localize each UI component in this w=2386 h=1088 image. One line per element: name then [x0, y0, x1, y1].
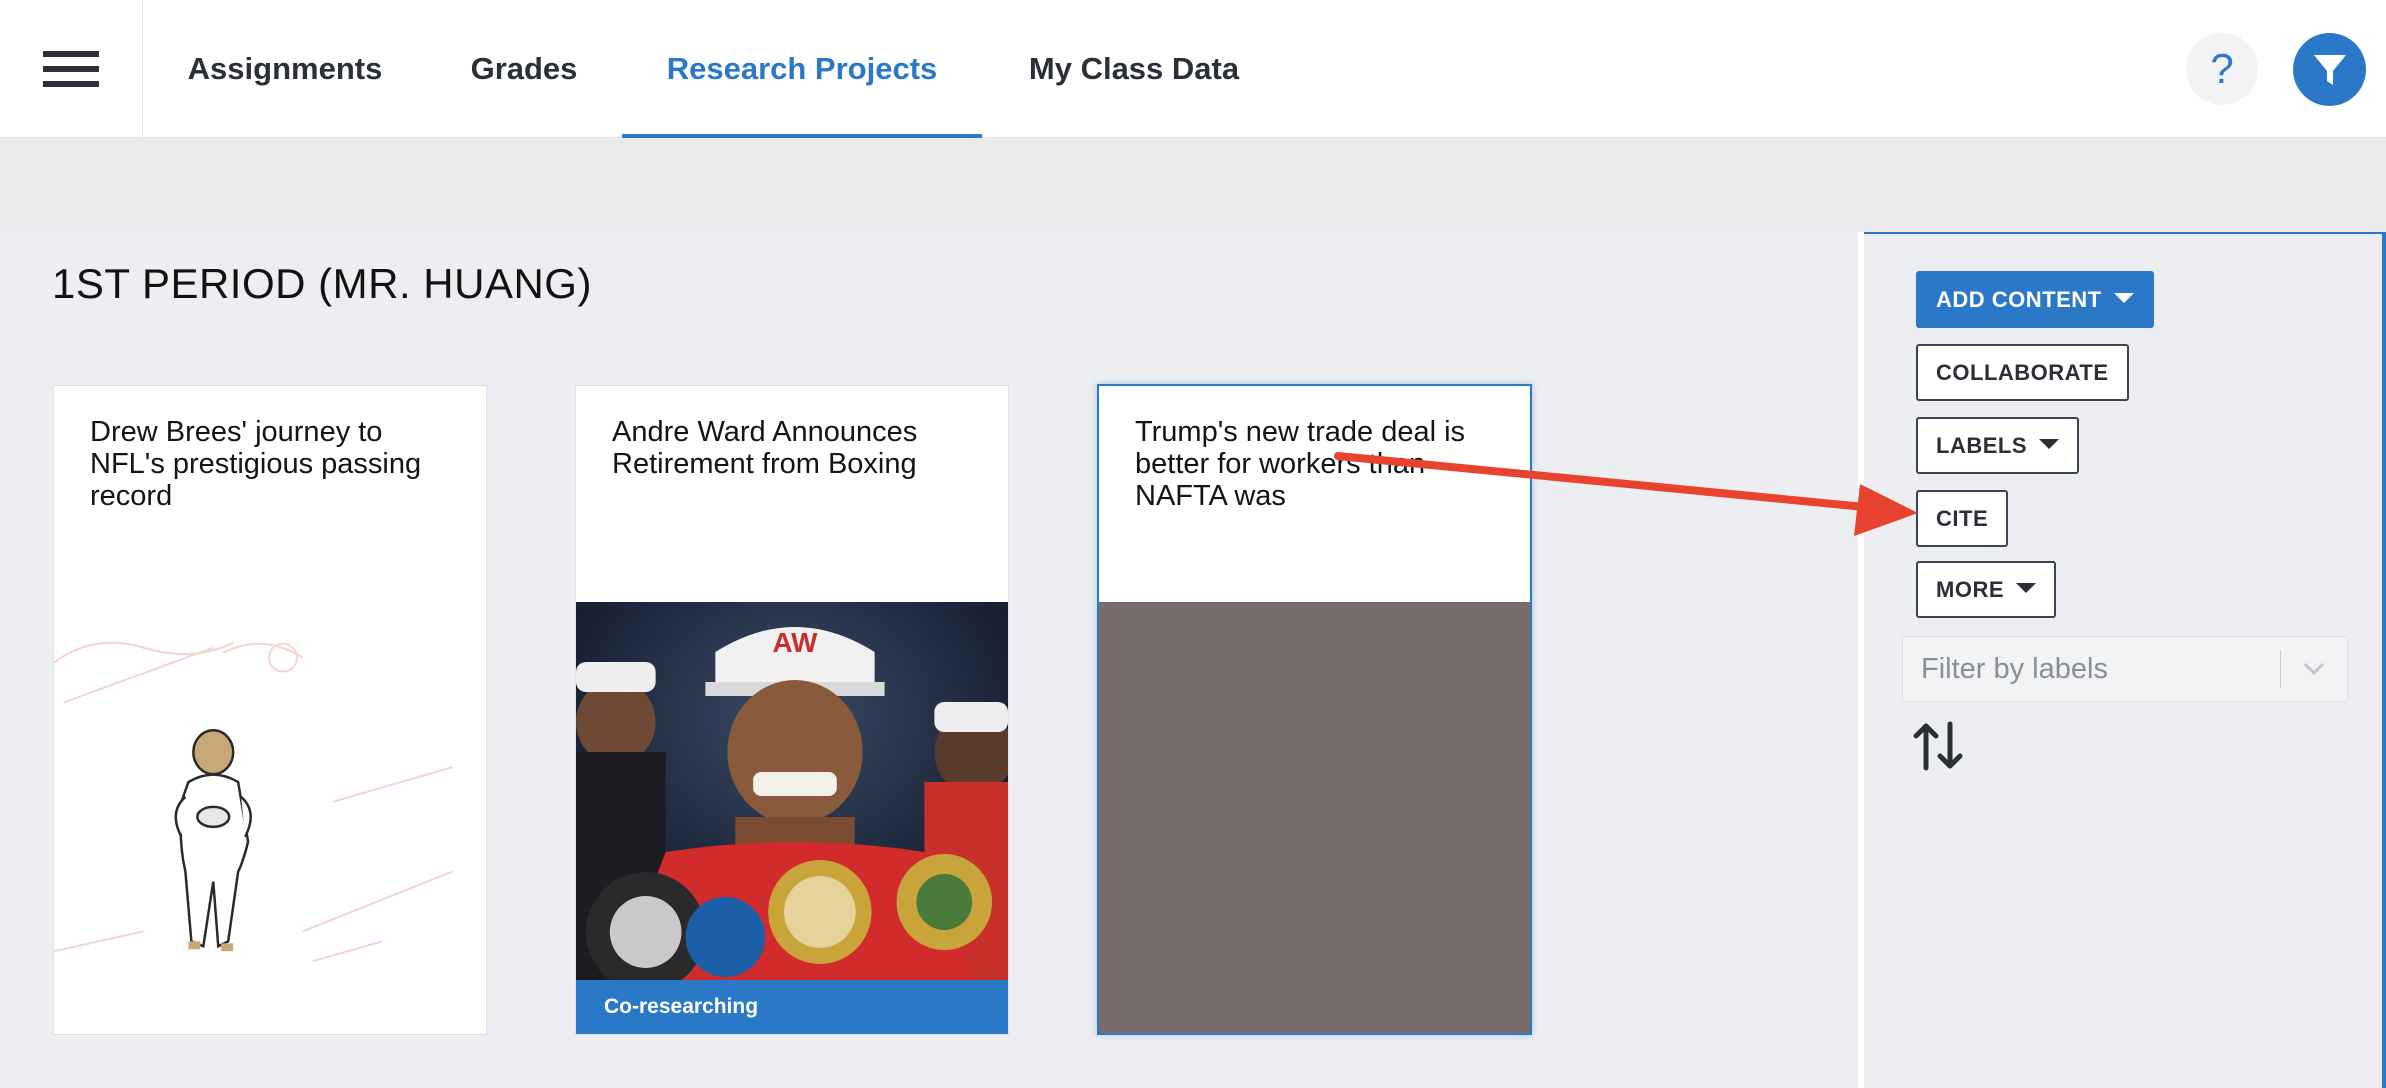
project-card-trade-deal[interactable]: Trump's new trade deal is better for wor…	[1097, 384, 1532, 1035]
funnel-icon	[2313, 54, 2346, 85]
top-navigation-bar: Assignments Grades Research Projects My …	[0, 0, 2386, 138]
card-image-placeholder	[1099, 602, 1530, 1033]
caret-down-icon	[2016, 582, 2036, 593]
page-title: 1ST PERIOD (MR. HUANG)	[52, 260, 592, 307]
tab-research-projects[interactable]: Research Projects	[622, 0, 982, 138]
caret-down-icon	[2113, 292, 2134, 303]
help-button[interactable]: ?	[2186, 33, 2258, 105]
add-content-button[interactable]: ADD CONTENT	[1916, 271, 2154, 328]
card-title: Trump's new trade deal is better for wor…	[1135, 416, 1466, 512]
hamburger-menu-button[interactable]	[0, 0, 143, 138]
tab-my-class-data[interactable]: My Class Data	[1010, 0, 1258, 138]
collaborate-label: COLLABORATE	[1936, 359, 2109, 385]
hamburger-icon	[43, 51, 99, 87]
chevron-down-icon	[2281, 662, 2347, 676]
cite-button[interactable]: CITE	[1916, 490, 2009, 547]
collaborate-button[interactable]: COLLABORATE	[1916, 344, 2129, 401]
more-button[interactable]: MORE	[1916, 561, 2056, 618]
project-card-drew-brees[interactable]: Drew Brees' journey to NFL's prestigious…	[53, 385, 487, 1035]
co-researching-badge: Co-researching	[576, 980, 1008, 1034]
cite-label: CITE	[1936, 505, 1989, 531]
more-label: MORE	[1936, 576, 2004, 602]
boxer-photo: AW	[576, 602, 1008, 982]
add-content-label: ADD CONTENT	[1936, 286, 2102, 312]
tab-assignments[interactable]: Assignments	[170, 0, 400, 138]
football-player-illustration	[54, 641, 453, 963]
tab-grades[interactable]: Grades	[440, 0, 608, 138]
svg-text:AW: AW	[773, 627, 819, 658]
filter-toggle-button[interactable]	[2293, 33, 2366, 106]
header-band	[0, 139, 2386, 232]
card-title: Drew Brees' journey to NFL's prestigious…	[90, 416, 422, 512]
sort-arrows-icon[interactable]	[1912, 720, 1964, 772]
project-card-andre-ward[interactable]: Andre Ward Announces Retirement from Box…	[575, 385, 1009, 1035]
question-mark-icon: ?	[2210, 45, 2234, 92]
labels-button[interactable]: LABELS	[1916, 417, 2079, 474]
filter-placeholder: Filter by labels	[1921, 652, 2108, 685]
caret-down-icon	[2039, 438, 2059, 449]
labels-label: LABELS	[1936, 432, 2027, 458]
right-edge-accent	[2382, 232, 2386, 1088]
card-title: Andre Ward Announces Retirement from Box…	[612, 416, 918, 480]
filter-by-labels-select[interactable]: Filter by labels	[1902, 636, 2348, 702]
